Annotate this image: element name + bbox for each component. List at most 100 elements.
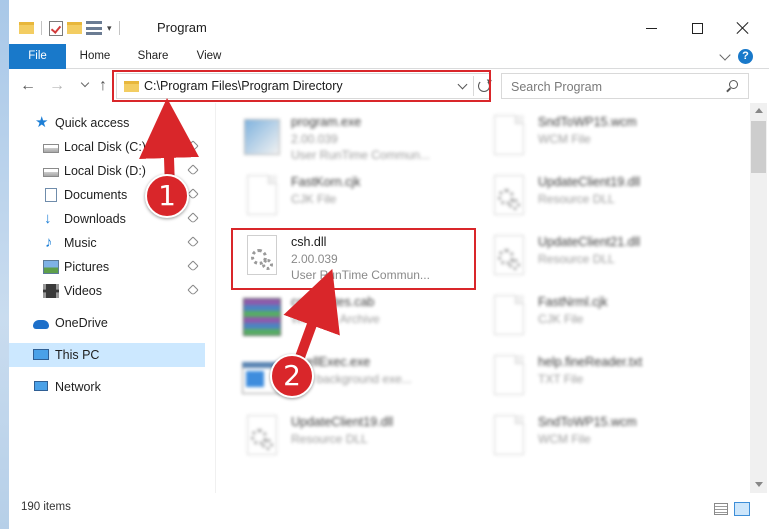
nav-item-local-disk-c[interactable]: Local Disk (C:) [9,135,205,159]
file-item[interactable]: UpdateClient21.dll Resource DLL [476,229,716,287]
file-item[interactable]: FastKorn.cjk CJK File [229,169,469,227]
archive-file-icon [239,295,285,341]
file-type: Resource DLL [538,252,615,266]
properties-icon[interactable] [86,21,102,35]
search-placeholder[interactable]: Search Program [511,80,602,94]
status-bar: 190 items [9,493,769,529]
dll-gear-icon [239,415,285,461]
file-version: 2.00.039 [291,132,338,146]
large-icons-view-icon[interactable] [734,502,750,516]
file-type: Resource DLL [291,432,368,446]
file-item[interactable]: UpdateClient19.dll Resource DLL [229,409,469,467]
customize-toolbar-chevron-icon[interactable]: ▾ [107,23,112,34]
dll-gear-icon [486,175,532,221]
toolbar-divider [41,21,42,35]
tab-share[interactable]: Share [129,44,177,69]
pin-icon[interactable] [187,236,199,248]
file-item[interactable]: help.fineReader.txt TXT File [476,349,716,407]
downloads-icon: ↓ [44,210,52,227]
scroll-up-arrow-icon[interactable] [755,108,763,113]
nav-label: This PC [55,348,100,362]
nav-item-this-pc[interactable]: This PC [9,343,205,367]
explorer-window: ▾ Program File Home Share View ? ← → ↑ C… [9,0,769,529]
file-name: FastKorn.cjk [291,175,361,189]
nav-label: Quick access [55,116,130,130]
dll-gear-icon [486,235,532,281]
nav-label: Downloads [64,212,126,226]
vertical-scrollbar[interactable] [750,103,767,493]
close-button[interactable] [720,14,766,42]
up-arrow-icon[interactable]: ↑ [92,75,114,97]
nav-item-videos[interactable]: Videos [9,279,205,303]
file-type: CJK File [538,312,584,326]
file-item[interactable]: ShellExec.exe Run background exe... [229,349,469,407]
disk-icon [43,168,59,177]
details-view-icon[interactable] [714,503,728,515]
ribbon-tabs: File Home Share View ? [9,44,769,69]
disk-icon [43,144,59,153]
minimize-button[interactable] [628,14,674,42]
nav-item-network[interactable]: Network [9,375,205,399]
file-item[interactable]: certificates.cab WinRAR Archive [229,289,469,347]
nav-item-music[interactable]: ♪ Music [9,231,205,255]
close-icon [736,21,750,35]
file-name: UpdateClient19.dll [291,415,394,429]
forward-arrow-icon[interactable]: → [46,75,68,97]
network-icon [34,381,48,391]
music-icon: ♪ [45,234,53,251]
maximize-button[interactable] [674,14,720,42]
documents-icon [45,188,57,202]
file-name: help.fineReader.txt [538,355,643,369]
scroll-down-arrow-icon[interactable] [755,482,763,487]
navigation-pane: ★ Quick access Local Disk (C:) Local Dis… [9,103,209,493]
file-name: SndToWP15.wcm [538,115,637,129]
navigation-bar: ← → ↑ C:\Program Files\Program Directory… [9,69,769,103]
cloud-icon [33,320,49,329]
file-name: certificates.cab [291,295,375,309]
file-item[interactable]: FastNrml.cjk CJK File [476,289,716,347]
pin-icon[interactable] [187,260,199,272]
file-item[interactable]: SndToWP15.wcm WCM File [476,409,716,467]
pin-icon[interactable] [187,284,199,296]
nav-label: Local Disk (D:) [64,164,146,178]
pin-icon[interactable] [187,212,199,224]
nav-label: Pictures [64,260,110,274]
properties-check-icon[interactable] [49,20,63,36]
back-arrow-icon[interactable]: ← [17,75,39,97]
pin-icon[interactable] [187,140,199,152]
nav-item-pictures[interactable]: Pictures [9,255,205,279]
search-icon[interactable] [729,80,738,89]
file-type: WinRAR Archive [291,312,380,326]
nav-quick-access[interactable]: ★ Quick access [9,111,205,135]
document-file-icon [486,415,532,461]
nav-item-onedrive[interactable]: OneDrive [9,311,205,335]
tab-home[interactable]: Home [71,44,119,69]
tab-view[interactable]: View [187,44,231,69]
file-item[interactable]: UpdateClient19.dll Resource DLL [476,169,716,227]
recent-locations-chevron-icon[interactable] [80,78,90,88]
file-name: program.exe [291,115,362,129]
videos-icon [43,284,59,298]
document-file-icon [486,295,532,341]
title-bar: ▾ Program [9,0,769,44]
file-type: CJK File [291,192,337,206]
document-file-icon [486,115,532,161]
search-box[interactable]: Search Program [501,73,749,99]
nav-label: OneDrive [55,316,108,330]
pin-icon[interactable] [187,188,199,200]
pictures-icon [43,260,59,274]
expand-ribbon-chevron-icon[interactable] [719,49,731,61]
file-item[interactable]: SndToWP15.wcm WCM File [476,109,716,167]
file-name: SndToWP15.wcm [538,415,637,429]
pin-icon[interactable] [187,164,199,176]
new-folder-icon[interactable] [67,22,82,34]
exe-file-icon [239,115,285,161]
tab-file[interactable]: File [9,44,66,69]
scroll-thumb[interactable] [751,121,766,173]
file-item[interactable]: program.exe 2.00.039 User RunTime Commun… [229,109,469,167]
step-1-badge: 1 [145,174,189,218]
folder-icon [19,22,34,34]
minimize-icon [645,27,657,29]
file-name: FastNrml.cjk [538,295,608,309]
help-icon[interactable]: ? [738,49,753,64]
